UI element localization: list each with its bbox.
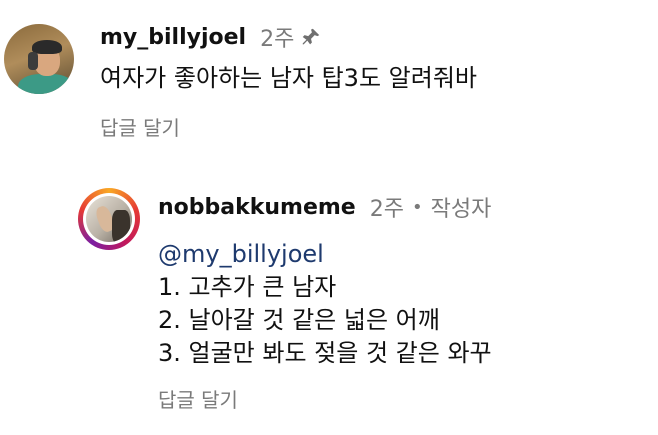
avatar-headphones — [28, 52, 38, 70]
comment-line: 3. 얼굴만 봐도 젖을 것 같은 와꾸 — [158, 339, 492, 367]
reply-button[interactable]: 답글 달기 — [158, 384, 238, 413]
story-ring[interactable] — [78, 188, 140, 250]
comment-username[interactable]: nobbakkumeme — [158, 195, 356, 220]
reply-button[interactable]: 답글 달기 — [100, 112, 180, 141]
author-badge: 작성자 — [430, 197, 492, 222]
pin-icon — [300, 26, 322, 48]
avatar[interactable] — [4, 24, 74, 94]
reply-comment-item: nobbakkumeme 2주 • 작성자 @my_billyjoel 1. 고… — [0, 180, 658, 435]
avatar — [86, 196, 132, 242]
comment-line: 1. 고추가 큰 남자 — [158, 273, 337, 301]
avatar-border — [83, 193, 135, 245]
comment-line: 2. 날아갈 것 같은 넓은 어깨 — [158, 306, 440, 334]
comment-header: nobbakkumeme 2주 • 작성자 — [158, 192, 492, 223]
comment-text: 여자가 좋아하는 남자 탑3도 알려줘바 — [100, 64, 477, 92]
comment-header: my_billyjoel 2주 — [100, 22, 322, 52]
comment-username[interactable]: my_billyjoel — [100, 25, 246, 50]
comment-item: my_billyjoel 2주 여자가 좋아하는 남자 탑3도 알려줘바 답글 … — [0, 0, 658, 150]
comment-time: 2주 — [369, 197, 404, 222]
separator-dot: • — [411, 196, 423, 218]
comment-text: @my_billyjoel 1. 고추가 큰 남자 2. 날아갈 것 같은 넓은… — [158, 238, 492, 370]
comment-time: 2주 — [260, 27, 295, 52]
avatar-figure — [112, 210, 130, 242]
mention-link[interactable]: @my_billyjoel — [158, 238, 492, 271]
avatar-shirt — [18, 74, 74, 94]
